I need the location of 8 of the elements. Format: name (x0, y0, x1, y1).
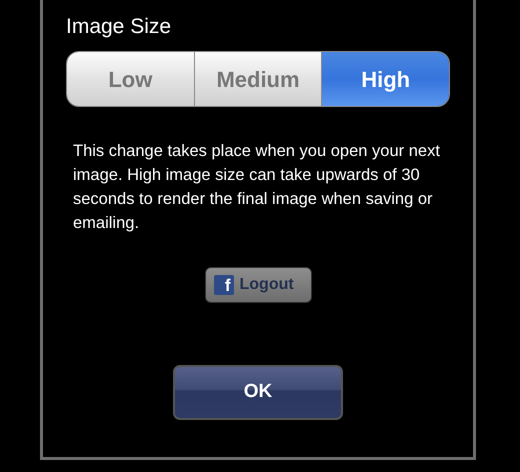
ok-button[interactable]: OK (173, 365, 343, 420)
info-text: This change takes place when you open your next image. High image size can take upwards of 30 seconds to render the final image when saving or emailing. (73, 141, 441, 234)
logout-button[interactable]: f Logout (204, 267, 312, 303)
segment-option[interactable]: Medium (194, 52, 322, 106)
facebook-icon: f (214, 275, 234, 295)
section-title: Image Size (66, 14, 172, 40)
segment-option[interactable]: High (322, 52, 449, 106)
segment-option[interactable]: Low (67, 52, 195, 106)
